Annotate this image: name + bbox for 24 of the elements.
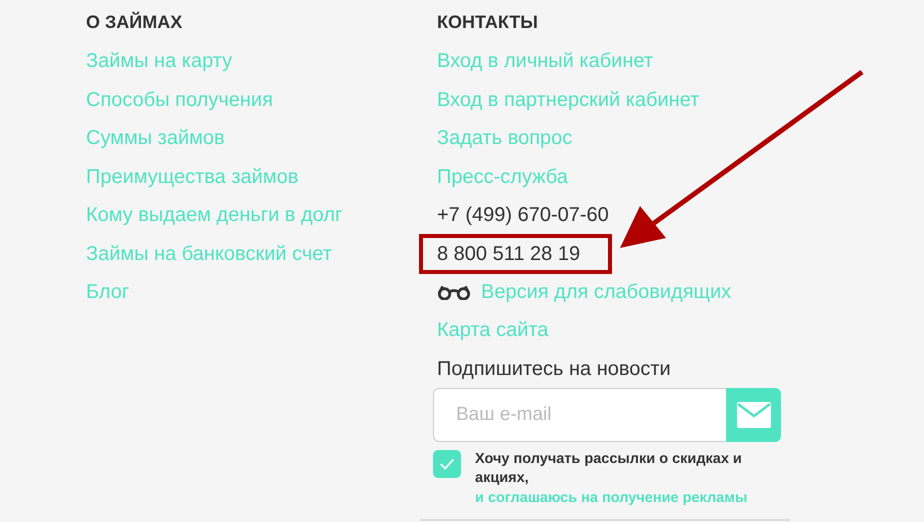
footer-link[interactable]: Преимущества займов xyxy=(86,158,298,196)
footer-link[interactable]: Версия для слабовидящих xyxy=(481,272,732,311)
email-field[interactable]: Ваш e-mail xyxy=(433,388,726,442)
subscribe-button[interactable] xyxy=(726,388,781,442)
consent-link[interactable]: и соглашаюсь на получение рекламы xyxy=(475,490,748,506)
consent-text: Хочу получать рассылки о скидках и акциях, и соглашаюсь на получение рекламы xyxy=(475,450,748,508)
footer-link[interactable]: Вход в партнерский кабинет xyxy=(437,80,700,119)
footer-link[interactable]: Вход в личный кабинет xyxy=(437,42,653,80)
phone-number: +7 (499) 670-07-60 xyxy=(437,203,609,228)
footer-link[interactable]: Суммы займов xyxy=(86,119,225,158)
footer-link[interactable]: Займы на банковский счет xyxy=(86,234,332,273)
section-heading: КОНТАКТЫ xyxy=(437,11,538,34)
footer-link[interactable]: Пресс-служба xyxy=(437,158,568,196)
footer-link[interactable]: Способы получения xyxy=(86,80,273,119)
consent-checkbox[interactable] xyxy=(433,450,461,478)
footer-link[interactable]: Блог xyxy=(86,273,130,312)
footer-link[interactable]: Задать вопрос xyxy=(437,119,572,158)
footer-link[interactable]: Кому выдаем деньги в долг xyxy=(86,196,342,234)
glasses-icon xyxy=(437,284,471,300)
subscribe-title: Подпишитесь на новости xyxy=(437,356,671,382)
footer-link[interactable]: Карта сайта xyxy=(437,311,548,350)
envelope-icon xyxy=(736,402,770,428)
footer-link[interactable]: Займы на карту xyxy=(86,42,232,80)
section-heading: О ЗАЙМАХ xyxy=(86,10,182,34)
